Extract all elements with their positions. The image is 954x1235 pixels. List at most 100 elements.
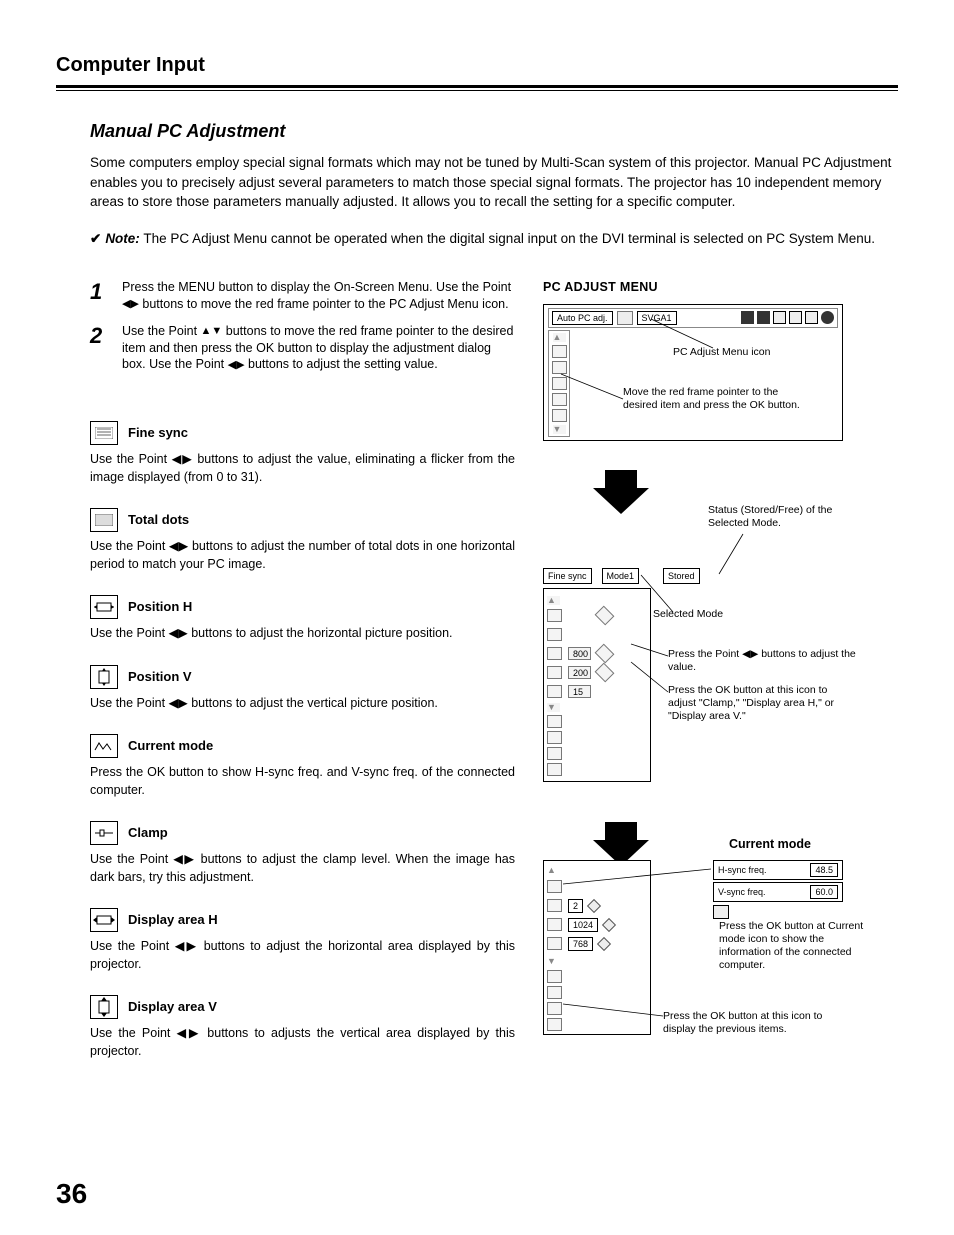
position-h-icon — [90, 595, 118, 619]
menu-top-icon — [741, 311, 754, 324]
header-rule-thin — [56, 90, 898, 91]
item-clamp: Clamp Use the Point ◀▶ buttons to adjust… — [90, 821, 515, 886]
svga-label: SVGA1 — [637, 311, 677, 325]
step-number: 2 — [90, 323, 108, 374]
item-body: Use the Point ◀▶ buttons to adjust the n… — [90, 538, 515, 573]
value-768: 768 — [568, 937, 593, 951]
item-title: Display area H — [128, 911, 218, 929]
total-dots-icon — [90, 508, 118, 532]
panel-row: 1024 — [547, 917, 647, 933]
value-15: 15 — [568, 685, 591, 698]
panel-row: 2 — [547, 898, 647, 914]
menu-top-icon — [805, 311, 818, 324]
v-sync-value: 60.0 — [810, 885, 838, 899]
item-current-mode: Current mode Press the OK button to show… — [90, 734, 515, 799]
menu-side-icon — [552, 377, 567, 390]
diagram-container: Auto PC adj. SVGA1 ▲ — [543, 304, 873, 1064]
mode1-box: Mode1 — [602, 568, 640, 584]
menu-top-icons — [741, 311, 834, 324]
left-column: 1 Press the MENU button to display the O… — [90, 279, 515, 1064]
current-mode-label: Current mode — [729, 836, 811, 853]
menu-side-icon — [552, 361, 567, 374]
menu-top-bar: Auto PC adj. SVGA1 — [548, 308, 838, 328]
scroll-up-icon: ▲ — [553, 333, 566, 342]
annotation-previous-items: Press the OK button at this icon to disp… — [663, 1010, 853, 1036]
menu-side-icon — [547, 986, 562, 999]
h-sync-label: H-sync freq. — [718, 864, 767, 876]
intro-paragraph: Some computers employ special signal for… — [90, 153, 898, 212]
scroll-up-icon: ▲ — [547, 864, 647, 876]
item-position-v: Position V Use the Point ◀▶ buttons to a… — [90, 665, 515, 713]
panel-row — [547, 879, 647, 895]
panel-row — [547, 627, 562, 643]
menu-side-icon — [547, 1018, 562, 1031]
menu-side-icon — [547, 763, 562, 776]
v-sync-row: V-sync freq.60.0 — [713, 882, 843, 902]
menu-panel-1: Auto PC adj. SVGA1 ▲ — [543, 304, 843, 441]
right-column: PC ADJUST MENU Auto PC adj. SVGA1 — [543, 279, 898, 1064]
value-2: 2 — [568, 899, 583, 913]
item-body: Use the Point ◀▶ buttons to adjust the h… — [90, 938, 515, 973]
current-mode-info-box: H-sync freq.48.5 V-sync freq.60.0 — [713, 860, 843, 919]
item-display-area-h: Display area H Use the Point ◀▶ buttons … — [90, 908, 515, 973]
item-body: Use the Point ◀▶ buttons to adjusts the … — [90, 1025, 515, 1060]
header-rule-thick — [56, 85, 898, 88]
item-title: Display area V — [128, 998, 217, 1016]
panel-row: 0 — [547, 608, 612, 624]
position-v-icon — [90, 665, 118, 689]
step-2: 2 Use the Point ▲▼ buttons to move the r… — [90, 323, 515, 374]
menu-panel-3: ▲ 2 1024 768 ▼ — [543, 860, 651, 1035]
item-body: Use the Point ◀▶ buttons to adjust the h… — [90, 625, 515, 643]
item-title: Clamp — [128, 824, 168, 842]
step-1: 1 Press the MENU button to display the O… — [90, 279, 515, 313]
display-area-h-icon — [90, 908, 118, 932]
menu-side-icon — [547, 731, 562, 744]
menu-side-bar: ▲ ▼ — [548, 330, 570, 437]
step-text-b: buttons to move the red frame pointer to… — [139, 297, 509, 311]
menu-icon — [617, 311, 633, 325]
panel-row: 800 — [547, 646, 612, 662]
h-sync-row: H-sync freq.48.5 — [713, 860, 843, 880]
item-total-dots: Total dots Use the Point ◀▶ buttons to a… — [90, 508, 515, 573]
menu-top-icon — [757, 311, 770, 324]
section-heading: Manual PC Adjustment — [90, 119, 898, 143]
big-arrow-icon — [593, 488, 649, 514]
annotation-selected-mode: Selected Mode — [653, 608, 723, 621]
annotation-current-mode-info: Press the OK button at Current mode icon… — [719, 920, 869, 973]
value-200: 200 — [568, 666, 591, 679]
scroll-down-icon: ▼ — [547, 955, 647, 967]
item-body: Use the Point ◀▶ buttons to adjust the v… — [90, 695, 515, 713]
exit-icon — [713, 905, 729, 919]
fine-sync-box: Fine sync — [543, 568, 592, 584]
panel-row: 200 — [547, 665, 612, 681]
menu-top-icon — [821, 311, 834, 324]
annotation-pc-adjust-icon: PC Adjust Menu icon — [673, 346, 770, 359]
fine-sync-icon — [90, 421, 118, 445]
item-title: Position H — [128, 598, 192, 616]
menu-side-icon — [547, 715, 562, 728]
page-number: 36 — [56, 1175, 87, 1213]
current-mode-icon — [90, 734, 118, 758]
item-title: Fine sync — [128, 424, 188, 442]
clamp-icon — [90, 821, 118, 845]
panel-row: 768 — [547, 936, 647, 952]
menu-top-icon — [773, 311, 786, 324]
menu-top-icon — [789, 311, 802, 324]
menu-side-icon — [552, 409, 567, 422]
step-text-a: Press the MENU button to display the On-… — [122, 280, 511, 294]
item-body: Press the OK button to show H-sync freq.… — [90, 764, 515, 799]
scroll-up-icon: ▲ — [547, 596, 560, 605]
step-text-a: Use the Point — [122, 324, 201, 338]
menu-panel-2: Fine sync Mode1 Stored ▲ 0 800 200 15 ▼ — [543, 568, 700, 782]
item-fine-sync: Fine sync Use the Point ◀▶ buttons to ad… — [90, 421, 515, 486]
step-number: 1 — [90, 279, 108, 313]
menu-side-icon — [552, 345, 567, 358]
annotation-press-adjust: Press the Point ◀▶ buttons to adjust the… — [668, 648, 858, 674]
menu-side-icon — [547, 747, 562, 760]
annotation-status: Status (Stored/Free) of the Selected Mod… — [708, 504, 868, 530]
item-title: Position V — [128, 668, 192, 686]
item-title: Total dots — [128, 511, 189, 529]
stored-box: Stored — [663, 568, 700, 584]
annotation-move-pointer: Move the red frame pointer to the desire… — [623, 386, 813, 412]
item-body: Use the Point ◀▶ buttons to adjust the c… — [90, 851, 515, 886]
